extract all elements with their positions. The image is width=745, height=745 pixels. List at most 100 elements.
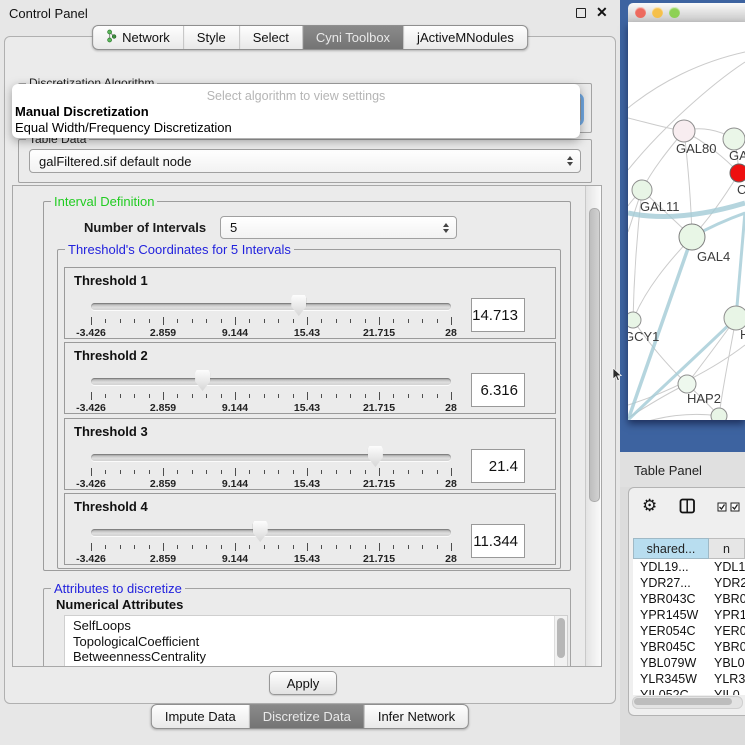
attribute-item-topologicalcoefficient[interactable]: TopologicalCoefficient [73, 634, 567, 650]
node-label-gal4: GAL4 [697, 249, 730, 264]
zoom-traffic-light-icon[interactable] [669, 7, 680, 18]
table-rows: YDL19...YDL1YDR27...YDR2YBR043CYBR0YPR14… [633, 559, 745, 695]
threshold-slider[interactable]: -3.4262.8599.14415.4321.71528 [91, 520, 451, 564]
checked-checkbox-icon [730, 502, 740, 512]
cell-name[interactable]: YDR2 [709, 576, 745, 590]
cell-shared-name[interactable]: YBR045C [633, 640, 709, 654]
scrollbar-thumb[interactable] [589, 208, 600, 502]
table-row[interactable]: YDR27...YDR2 [633, 575, 745, 591]
minimize-traffic-light-icon[interactable] [652, 7, 663, 18]
threshold-value-box[interactable]: 11.344 [471, 524, 525, 558]
cell-name[interactable]: YPR1 [709, 608, 745, 622]
slider-thumb[interactable] [291, 295, 306, 316]
slider-ticks [91, 317, 451, 326]
slider-tick-labels: -3.4262.8599.14415.4321.71528 [91, 478, 451, 490]
table-horizontal-scrollbar[interactable] [632, 696, 743, 709]
column-header-shared-name[interactable]: shared... [633, 538, 709, 559]
cell-shared-name[interactable]: YIL052C [633, 688, 709, 695]
thresholds-group-title: Threshold's Coordinates for 5 Intervals [65, 242, 294, 257]
apply-button[interactable]: Apply [269, 671, 337, 695]
threshold-panel: Threshold 2 -3.4262.8599.14415.4321.7152… [64, 342, 556, 414]
threshold-label: Threshold 2 [74, 348, 148, 363]
number-of-intervals-combo[interactable]: 5 [220, 216, 457, 239]
table-panel-title: Table Panel [634, 463, 702, 478]
slider-tick-labels: -3.4262.8599.14415.4321.71528 [91, 327, 451, 339]
threshold-label: Threshold 1 [74, 273, 148, 288]
threshold-slider[interactable]: -3.4262.8599.14415.4321.71528 [91, 445, 451, 489]
cell-name[interactable]: YBL0 [709, 656, 745, 670]
table-row[interactable]: YDL19...YDL1 [633, 559, 745, 575]
cell-shared-name[interactable]: YER054C [633, 624, 709, 638]
gear-icon[interactable]: ⚙ [642, 496, 657, 516]
cell-name[interactable]: YIL0 [709, 688, 745, 695]
node-gal80 [673, 120, 695, 142]
settings-vertical-scrollbar[interactable] [585, 186, 601, 666]
threshold-slider[interactable]: -3.4262.8599.14415.4321.71528 [91, 369, 451, 413]
tab-impute-data[interactable]: Impute Data [152, 705, 250, 728]
slider-ticks [91, 543, 451, 552]
slider-thumb[interactable] [368, 446, 383, 467]
table-data-combo-value: galFiltered.sif default node [39, 154, 191, 169]
table-row[interactable]: YLR345WYLR3 [633, 671, 745, 687]
cell-name[interactable]: YBR0 [709, 592, 745, 606]
tab-select[interactable]: Select [240, 26, 303, 49]
cell-shared-name[interactable]: YDR27... [633, 576, 709, 590]
threshold-value-box[interactable]: 21.4 [471, 449, 525, 483]
tab-style[interactable]: Style [184, 26, 240, 49]
tick-label: -3.426 [76, 402, 106, 414]
checked-checkbox-icon [717, 502, 727, 512]
tab-infer-network[interactable]: Infer Network [365, 705, 468, 728]
tab-cyni-toolbox[interactable]: Cyni Toolbox [303, 26, 404, 49]
cell-shared-name[interactable]: YLR345W [633, 672, 709, 686]
tab-discretize-data[interactable]: Discretize Data [250, 705, 365, 728]
node-label-gal80: GAL80 [676, 141, 716, 156]
table-row[interactable]: YBL079WYBL0 [633, 655, 745, 671]
scrollbar-thumb[interactable] [634, 698, 732, 705]
table-row[interactable]: YIL052CYIL0 [633, 687, 745, 695]
attribute-item-selfloops[interactable]: SelfLoops [73, 618, 567, 634]
attributes-list-scrollbar[interactable] [554, 616, 567, 667]
slider-track[interactable] [91, 378, 451, 385]
cell-name[interactable]: YER0 [709, 624, 745, 638]
columns-icon[interactable] [679, 498, 696, 517]
slider-track[interactable] [91, 303, 451, 310]
numerical-attributes-list[interactable]: SelfLoopsTopologicalCoefficientBetweenne… [64, 615, 568, 667]
table-row[interactable]: YER054CYER0 [633, 623, 745, 639]
table-row[interactable]: YPR145WYPR1 [633, 607, 745, 623]
settings-scroll-pane: Interval Definition Number of Intervals … [12, 185, 602, 667]
threshold-value-box[interactable]: 14.713 [471, 298, 525, 332]
close-traffic-light-icon[interactable] [635, 7, 646, 18]
float-window-icon[interactable] [576, 8, 586, 18]
network-canvas[interactable]: GAL80GACGAL11GAL4GCY1HHAP2 [628, 22, 745, 420]
node-gcy1 [628, 312, 641, 328]
threshold-slider[interactable]: -3.4262.8599.14415.4321.71528 [91, 294, 451, 338]
cell-name[interactable]: YLR3 [709, 672, 745, 686]
tick-label: 21.715 [363, 478, 395, 490]
algorithm-option-manual-discretization[interactable]: Manual Discretization [12, 104, 580, 120]
cell-name[interactable]: YDL1 [709, 560, 745, 574]
cell-name[interactable]: YBR0 [709, 640, 745, 654]
threshold-value-box[interactable]: 6.316 [471, 373, 525, 407]
table-row[interactable]: YBR043CYBR0 [633, 591, 745, 607]
table-row[interactable]: YBR045CYBR0 [633, 639, 745, 655]
slider-track[interactable] [91, 454, 451, 461]
threshold-label: Threshold 4 [74, 499, 148, 514]
node-label-gal11: GAL11 [640, 199, 680, 214]
attribute-item-betweennesscentrality[interactable]: BetweennessCentrality [73, 649, 567, 665]
tick-label: -3.426 [76, 327, 106, 339]
cell-shared-name[interactable]: YDL19... [633, 560, 709, 574]
node-label-ga: GA [729, 148, 745, 163]
table-data-combo[interactable]: galFiltered.sif default node [29, 149, 581, 173]
slider-thumb[interactable] [195, 370, 210, 391]
tab-network[interactable]: Network [93, 26, 184, 49]
close-icon[interactable]: ✕ [596, 4, 608, 21]
cell-shared-name[interactable]: YBL079W [633, 656, 709, 670]
cell-shared-name[interactable]: YBR043C [633, 592, 709, 606]
algorithm-option-equal-width-frequency-discretization[interactable]: Equal Width/Frequency Discretization [12, 120, 580, 136]
column-header-name[interactable]: n [709, 538, 745, 559]
slider-track[interactable] [91, 529, 451, 536]
cell-shared-name[interactable]: YPR145W [633, 608, 709, 622]
slider-thumb[interactable] [253, 521, 268, 542]
checkbox-icons[interactable] [717, 502, 740, 512]
tab-jactivemnodules[interactable]: jActiveMNodules [404, 26, 527, 49]
